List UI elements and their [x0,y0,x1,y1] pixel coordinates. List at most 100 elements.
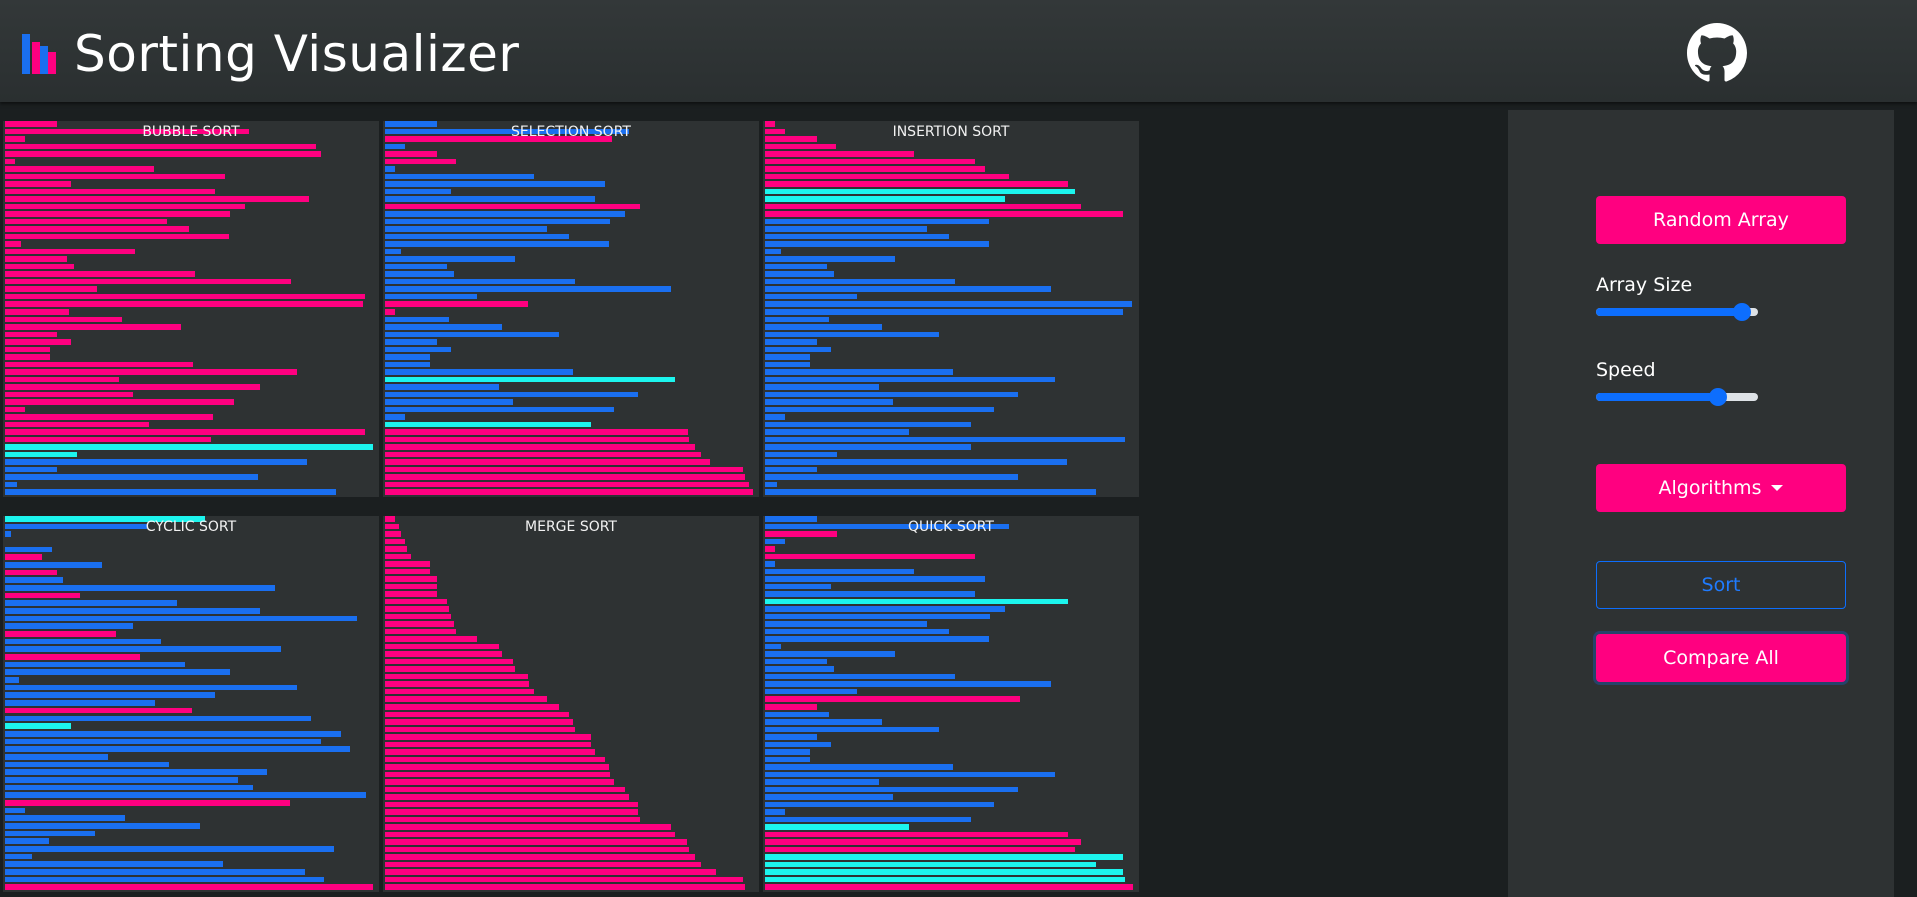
array-bar [385,621,454,627]
array-bar [5,838,49,844]
array-bar [385,481,749,488]
sort-panel: CYCLIC SORT [3,516,379,892]
algorithms-dropdown[interactable]: Algorithms [1596,464,1846,512]
array-bar [5,241,21,247]
speed-slider[interactable] [1596,388,1758,406]
array-bar [5,211,230,217]
random-array-button[interactable]: Random Array [1596,196,1846,244]
array-bar [765,651,895,657]
array-bar [765,734,817,740]
array-bar [765,719,882,725]
array-bar [5,346,50,353]
array-bar [385,263,447,270]
array-bar [385,181,605,187]
array-bar [765,704,817,710]
array-bar [765,354,810,360]
array-bar [765,591,975,597]
array-bar [765,636,989,642]
array-bar [385,278,575,285]
array-bar [385,196,595,202]
array-bar [385,399,513,405]
array-bar [385,568,430,575]
array-bar [765,346,831,353]
array-bar [5,158,15,165]
array-bar [385,816,640,823]
array-bar [5,421,149,428]
array-bar [5,166,154,172]
sort-button[interactable]: Sort [1596,561,1846,609]
array-bar [765,226,927,232]
array-bar [5,271,195,277]
array-bar [385,346,451,353]
array-bar [385,839,687,845]
array-size-slider[interactable] [1596,303,1758,321]
app-title[interactable]: Sorting Visualizer [74,22,519,86]
array-bar [765,809,785,815]
array-bar [765,568,914,575]
array-bar [5,608,260,614]
github-icon[interactable] [1687,23,1747,83]
array-bar [385,771,610,778]
array-bar [385,369,573,375]
array-bar [5,669,230,676]
array-bar [765,621,927,627]
array-bar [5,278,291,285]
array-bar [5,196,309,202]
array-bar [765,786,1018,793]
array-bar [5,707,192,714]
array-bar [765,711,829,718]
control-panel: Random Array Array Size Speed Algorithms… [1508,110,1894,897]
array-size-thumb[interactable] [1733,303,1751,321]
speed-thumb[interactable] [1709,388,1727,406]
array-bar [765,861,1096,868]
array-bar [5,868,305,875]
array-bar [5,700,155,706]
array-bar [5,361,193,368]
array-bar [5,569,57,576]
array-bar [5,730,341,737]
array-bar [765,263,827,270]
array-bar [765,466,817,473]
array-bar [385,861,701,868]
array-bar [765,771,1055,778]
array-bar [385,553,411,560]
array-bar [5,738,321,745]
array-bar [5,173,225,180]
array-bar [765,576,985,582]
array-bar [5,324,181,330]
array-bar [5,861,223,867]
array-bar [5,414,213,420]
array-bar [385,301,528,307]
compare-all-button[interactable]: Compare All [1596,634,1846,682]
array-bar [385,286,671,292]
array-bar [765,241,989,247]
array-bar [385,613,451,620]
array-bar [765,681,1051,687]
array-bar [5,293,365,300]
array-bar [5,585,275,591]
array-bar [765,606,1005,612]
array-bar [765,248,781,255]
array-bar [5,354,50,360]
array-bar [5,600,177,607]
array-bar [5,546,52,553]
array-bar [5,226,189,232]
array-bar [5,876,324,883]
panel-title: BUBBLE SORT [142,124,240,140]
array-bar [765,271,834,277]
speed-fill [1596,393,1718,401]
array-bar [765,598,1068,605]
array-bar [385,406,614,413]
array-bar [5,631,116,637]
array-bar [385,233,569,240]
array-bar [5,677,19,683]
sort-panel: BUBBLE SORT [3,121,379,497]
array-bar [765,451,837,458]
array-bar [765,658,827,665]
array-bar [5,884,373,890]
caret-down-icon [1771,485,1784,491]
array-bar [385,651,502,657]
array-bar [385,459,710,465]
array-bar [5,684,297,691]
array-bar [385,188,451,195]
